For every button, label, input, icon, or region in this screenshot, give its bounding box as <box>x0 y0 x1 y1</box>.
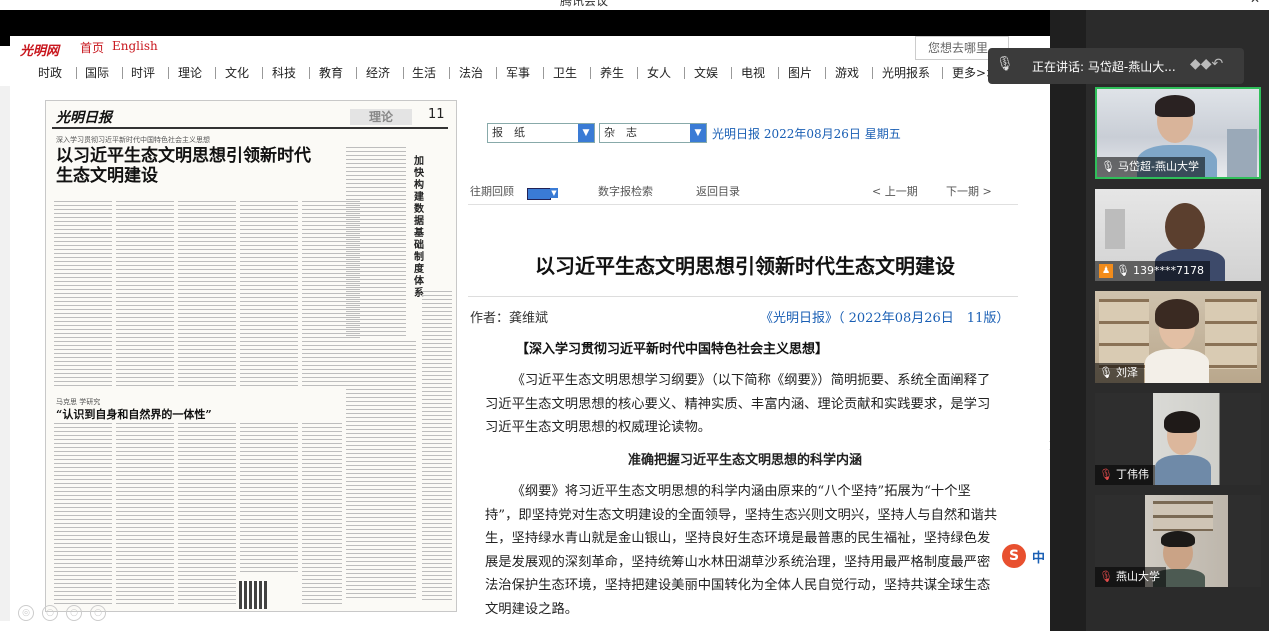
panel-divider-strip <box>1050 10 1086 631</box>
page-icon[interactable]: ○ <box>90 605 106 621</box>
next-issue-link[interactable]: 下一期 > <box>946 180 992 204</box>
chevron-down-icon: ▼ <box>578 124 594 142</box>
participant-nameplate: 🎙 马岱超-燕山大学 <box>1097 157 1205 177</box>
calendar-icon[interactable] <box>527 188 551 200</box>
magazine-select[interactable]: 杂 志 ▼ <box>599 123 707 143</box>
close-button[interactable]: ✕ <box>1250 0 1260 6</box>
participant-nameplate: ♟ 🎙 139****7178 <box>1095 261 1210 281</box>
article-column-tag: 【深入学习贯彻习近平新时代中国特色社会主义思想】 <box>516 342 829 357</box>
page-icon[interactable]: ○ <box>42 605 58 621</box>
participant-name: 刘泽 <box>1116 366 1138 379</box>
article-paragraph: 《习近平生态文明思想学习纲要》（以下简称《纲要》）简明扼要、系统全面阐释了习近平… <box>485 373 991 435</box>
share-bottom-controls: ◎ ○ ○ ○ <box>0 605 460 621</box>
newspaper-section: 理论 <box>350 109 412 125</box>
english-link[interactable]: English <box>112 39 158 53</box>
nav-item[interactable]: 国际 <box>85 60 109 86</box>
newspaper-select-value: 报 纸 <box>492 126 525 139</box>
home-link[interactable]: 首页 <box>80 39 104 56</box>
newspaper-second-headline: “认识到自身和自然界的一体性” <box>56 408 212 421</box>
ime-language-indicator[interactable]: 中 <box>1032 547 1045 566</box>
participant-name: 139****7178 <box>1133 264 1204 277</box>
page-icon[interactable]: ○ <box>66 605 82 621</box>
participant-nameplate: 🎙 刘泽 <box>1095 363 1144 383</box>
site-logo[interactable]: 光明网 <box>20 40 59 59</box>
newspaper-side-headline: 加快构建数据基础制度体系 <box>414 156 424 299</box>
issue-date: 光明日报 2022年08月26日 星期五 <box>712 127 901 141</box>
participant-nameplate: 🎙 丁伟伟 <box>1095 465 1155 485</box>
nav-item[interactable]: 卫生 <box>553 60 577 86</box>
microphone-muted-icon: 🎙 <box>1099 570 1113 583</box>
participant-name: 马岱超-燕山大学 <box>1118 160 1199 173</box>
microphone-icon: 🎙 <box>1099 366 1113 379</box>
divider <box>468 296 1018 297</box>
nav-item[interactable]: 军事 <box>506 60 530 86</box>
nav-item[interactable]: 时政 <box>38 60 62 86</box>
speaking-label: 正在讲话: 马岱超-燕山大... <box>1032 60 1176 74</box>
nav-item[interactable]: 养生 <box>600 60 624 86</box>
participant-tile[interactable]: 🎙 刘泽 <box>1095 291 1261 383</box>
article-title: 以习近平生态文明思想引领新时代生态文明建设 <box>535 254 955 278</box>
article-author: 作者：龚维斌 <box>470 311 549 326</box>
chevron-down-icon: ▼ <box>690 124 706 142</box>
nav-item[interactable]: 时评 <box>131 60 155 86</box>
site-nav-bar: 时政 国际 时评 理论 文化 科技 教育 经济 生活 法治 军事 卫生 养生 女… <box>10 60 1050 87</box>
nav-item[interactable]: 文化 <box>225 60 249 86</box>
speaker-ctrl-icon[interactable]: ◆◆↶ <box>1190 56 1223 72</box>
participant-tile[interactable]: 🎙 马岱超-燕山大学 <box>1095 87 1261 179</box>
user-avatar-icon: ♟ <box>1099 264 1113 278</box>
microphone-icon: 🎙 <box>1101 160 1115 173</box>
window-title: 腾讯会议 <box>560 0 609 8</box>
nav-item[interactable]: 生活 <box>412 60 436 86</box>
participant-tile[interactable]: ♟ 🎙 139****7178 <box>1095 189 1261 281</box>
newspaper-headline: 以习近平生态文明思想引领新时代生态文明建设 <box>56 146 311 186</box>
minimize-button[interactable]: — <box>1218 0 1230 6</box>
microphone-icon: 🎙 <box>996 56 1014 72</box>
microphone-muted-icon: 🎙 <box>1099 468 1113 481</box>
calendar-dropdown-icon[interactable]: ▼ <box>550 188 558 198</box>
nav-item[interactable]: 光明报系 <box>882 60 930 86</box>
newspaper-page-number: 11 <box>428 107 445 122</box>
participant-name: 丁伟伟 <box>1116 468 1149 481</box>
past-issues-link[interactable]: 往期回顾 <box>470 180 514 204</box>
newspaper-page-image[interactable]: 光明日报 理论 11 深入学习贯彻习近平新时代中国特色社会主义思想 以习近平生态… <box>45 100 457 612</box>
nav-item[interactable]: 科技 <box>272 60 296 86</box>
article-subheading: 准确把握习近平生态文明思想的科学内涵 <box>627 453 862 468</box>
nav-item[interactable]: 理论 <box>178 60 202 86</box>
window-title-bar: 腾讯会议 — ✕ <box>0 0 1269 10</box>
zoom-icon[interactable]: ◎ <box>18 605 34 621</box>
browser-left-gutter <box>0 86 10 621</box>
nav-item[interactable]: 电视 <box>741 60 765 86</box>
newspaper-select[interactable]: 报 纸 ▼ <box>487 123 595 143</box>
nav-item[interactable]: 图片 <box>788 60 812 86</box>
participant-tile[interactable]: 🎙 燕山大学 <box>1095 495 1261 587</box>
microphone-icon: 🎙 <box>1116 264 1130 277</box>
participant-tile[interactable]: 🎙 丁伟伟 <box>1095 393 1261 485</box>
ime-sogou-icon[interactable]: S <box>1002 544 1026 568</box>
prev-issue-link[interactable]: < 上一期 <box>872 180 918 204</box>
nav-item[interactable]: 游戏 <box>835 60 859 86</box>
nav-item[interactable]: 经济 <box>366 60 390 86</box>
newspaper-kicker: 深入学习贯彻习近平新时代中国特色社会主义思想 <box>56 136 210 144</box>
nav-item[interactable]: 女人 <box>647 60 671 86</box>
nav-item[interactable]: 文娱 <box>694 60 718 86</box>
newspaper-name: 光明日报 <box>56 110 112 126</box>
nav-item[interactable]: 法治 <box>459 60 483 86</box>
article-paragraph: 《纲要》将习近平生态文明思想的科学内涵由原来的“八个坚持”拓展为“十个坚持”，即… <box>485 484 998 617</box>
article-source: 《光明日报》（ 2022年08月26日 11版） <box>760 311 1010 326</box>
participant-name: 燕山大学 <box>1116 570 1160 583</box>
nav-item[interactable]: 教育 <box>319 60 343 86</box>
back-to-contents-link[interactable]: 返回目录 <box>696 180 740 204</box>
newspaper-masthead: 光明日报 理论 11 <box>52 105 448 129</box>
magazine-select-value: 杂 志 <box>604 126 637 139</box>
participant-nameplate: 🎙 燕山大学 <box>1095 567 1166 587</box>
digital-search-link[interactable]: 数字报检索 <box>598 180 653 204</box>
